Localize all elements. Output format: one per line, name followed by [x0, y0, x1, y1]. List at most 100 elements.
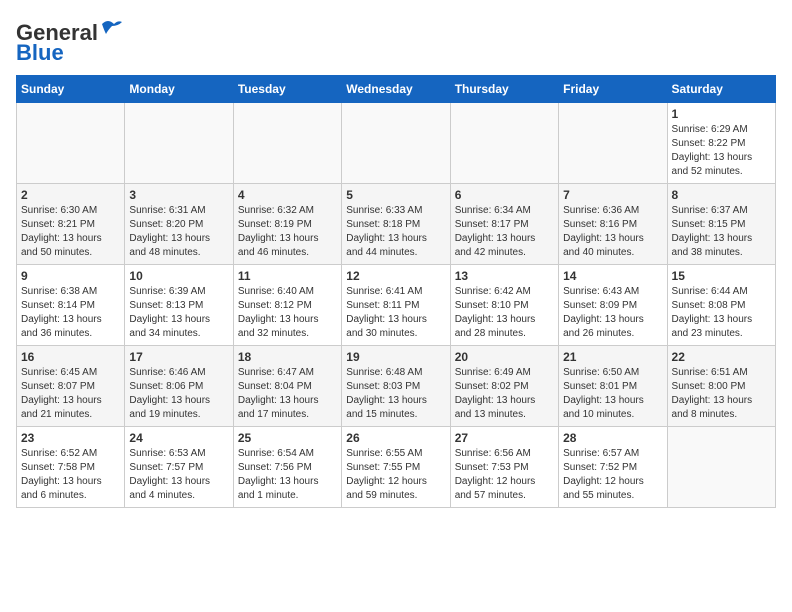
calendar-cell: 8 Sunrise: 6:37 AM Sunset: 8:15 PM Daylig… [667, 184, 775, 265]
cell-info: Sunrise: 6:52 AM Sunset: 7:58 PM Dayligh… [21, 447, 120, 503]
calendar-cell: 24 Sunrise: 6:53 AM Sunset: 7:57 PM Dayli… [125, 427, 233, 508]
cell-info: Sunrise: 6:42 AM Sunset: 8:10 PM Dayligh… [455, 285, 554, 341]
calendar-cell: 7 Sunrise: 6:36 AM Sunset: 8:16 PM Daylig… [559, 184, 667, 265]
day-number: 26 [346, 431, 445, 445]
day-number: 23 [21, 431, 120, 445]
calendar-cell [667, 427, 775, 508]
calendar-cell: 16 Sunrise: 6:45 AM Sunset: 8:07 PM Dayli… [17, 346, 125, 427]
cell-info: Sunrise: 6:36 AM Sunset: 8:16 PM Dayligh… [563, 204, 662, 260]
calendar-cell: 15 Sunrise: 6:44 AM Sunset: 8:08 PM Dayli… [667, 265, 775, 346]
calendar-cell: 27 Sunrise: 6:56 AM Sunset: 7:53 PM Dayli… [450, 427, 558, 508]
cell-info: Sunrise: 6:49 AM Sunset: 8:02 PM Dayligh… [455, 366, 554, 422]
week-row-2: 2 Sunrise: 6:30 AM Sunset: 8:21 PM Daylig… [17, 184, 776, 265]
calendar-cell: 22 Sunrise: 6:51 AM Sunset: 8:00 PM Dayli… [667, 346, 775, 427]
cell-info: Sunrise: 6:41 AM Sunset: 8:11 PM Dayligh… [346, 285, 445, 341]
week-row-1: 1 Sunrise: 6:29 AM Sunset: 8:22 PM Daylig… [17, 103, 776, 184]
weekday-header-tuesday: Tuesday [233, 76, 341, 103]
cell-info: Sunrise: 6:30 AM Sunset: 8:21 PM Dayligh… [21, 204, 120, 260]
cell-info: Sunrise: 6:39 AM Sunset: 8:13 PM Dayligh… [129, 285, 228, 341]
day-number: 4 [238, 188, 337, 202]
day-number: 6 [455, 188, 554, 202]
calendar-cell: 21 Sunrise: 6:50 AM Sunset: 8:01 PM Dayli… [559, 346, 667, 427]
day-number: 28 [563, 431, 662, 445]
calendar-cell [125, 103, 233, 184]
cell-info: Sunrise: 6:57 AM Sunset: 7:52 PM Dayligh… [563, 447, 662, 503]
cell-info: Sunrise: 6:50 AM Sunset: 8:01 PM Dayligh… [563, 366, 662, 422]
calendar-cell: 28 Sunrise: 6:57 AM Sunset: 7:52 PM Dayli… [559, 427, 667, 508]
calendar-cell: 14 Sunrise: 6:43 AM Sunset: 8:09 PM Dayli… [559, 265, 667, 346]
day-number: 7 [563, 188, 662, 202]
week-row-4: 16 Sunrise: 6:45 AM Sunset: 8:07 PM Dayli… [17, 346, 776, 427]
day-number: 8 [672, 188, 771, 202]
week-row-5: 23 Sunrise: 6:52 AM Sunset: 7:58 PM Dayli… [17, 427, 776, 508]
cell-info: Sunrise: 6:53 AM Sunset: 7:57 PM Dayligh… [129, 447, 228, 503]
day-number: 16 [21, 350, 120, 364]
week-row-3: 9 Sunrise: 6:38 AM Sunset: 8:14 PM Daylig… [17, 265, 776, 346]
calendar-header: SundayMondayTuesdayWednesdayThursdayFrid… [17, 76, 776, 103]
calendar-cell: 4Sunrise: 6:32 AM Sunset: 8:19 PM Daylig… [233, 184, 341, 265]
day-number: 17 [129, 350, 228, 364]
day-number: 22 [672, 350, 771, 364]
day-number: 15 [672, 269, 771, 283]
calendar-cell: 18 Sunrise: 6:47 AM Sunset: 8:04 PM Dayli… [233, 346, 341, 427]
day-number: 12 [346, 269, 445, 283]
cell-info: Sunrise: 6:44 AM Sunset: 8:08 PM Dayligh… [672, 285, 771, 341]
day-number: 24 [129, 431, 228, 445]
cell-info: Sunrise: 6:51 AM Sunset: 8:00 PM Dayligh… [672, 366, 771, 422]
cell-info: Sunrise: 6:40 AM Sunset: 8:12 PM Dayligh… [238, 285, 337, 341]
calendar-cell [559, 103, 667, 184]
calendar-cell: 5 Sunrise: 6:33 AM Sunset: 8:18 PM Daylig… [342, 184, 450, 265]
cell-info: Sunrise: 6:31 AM Sunset: 8:20 PM Dayligh… [129, 204, 228, 260]
weekday-header-thursday: Thursday [450, 76, 558, 103]
cell-info: Sunrise: 6:56 AM Sunset: 7:53 PM Dayligh… [455, 447, 554, 503]
day-number: 10 [129, 269, 228, 283]
day-number: 20 [455, 350, 554, 364]
calendar-cell [342, 103, 450, 184]
weekday-header-monday: Monday [125, 76, 233, 103]
cell-info: Sunrise: 6:45 AM Sunset: 8:07 PM Dayligh… [21, 366, 120, 422]
cell-info: Sunrise: 6:43 AM Sunset: 8:09 PM Dayligh… [563, 285, 662, 341]
day-number: 27 [455, 431, 554, 445]
weekday-header-friday: Friday [559, 76, 667, 103]
day-number: 5 [346, 188, 445, 202]
cell-info: Sunrise: 6:55 AM Sunset: 7:55 PM Dayligh… [346, 447, 445, 503]
day-number: 2 [21, 188, 120, 202]
cell-info: Sunrise: 6:48 AM Sunset: 8:03 PM Dayligh… [346, 366, 445, 422]
cell-info: Sunrise: 6:54 AM Sunset: 7:56 PM Dayligh… [238, 447, 337, 503]
calendar-cell: 3 Sunrise: 6:31 AM Sunset: 8:20 PM Daylig… [125, 184, 233, 265]
day-number: 21 [563, 350, 662, 364]
weekday-header-wednesday: Wednesday [342, 76, 450, 103]
calendar-cell: 6 Sunrise: 6:34 AM Sunset: 8:17 PM Daylig… [450, 184, 558, 265]
calendar-cell: 25Sunrise: 6:54 AM Sunset: 7:56 PM Dayli… [233, 427, 341, 508]
logo-blue-text: Blue [16, 40, 64, 65]
logo: General Blue [16, 16, 124, 65]
cell-info: Sunrise: 6:37 AM Sunset: 8:15 PM Dayligh… [672, 204, 771, 260]
cell-info: Sunrise: 6:47 AM Sunset: 8:04 PM Dayligh… [238, 366, 337, 422]
calendar-cell: 20 Sunrise: 6:49 AM Sunset: 8:02 PM Dayli… [450, 346, 558, 427]
calendar-cell: 1 Sunrise: 6:29 AM Sunset: 8:22 PM Daylig… [667, 103, 775, 184]
weekday-header-sunday: Sunday [17, 76, 125, 103]
day-number: 13 [455, 269, 554, 283]
day-number: 1 [672, 107, 771, 121]
cell-info: Sunrise: 6:46 AM Sunset: 8:06 PM Dayligh… [129, 366, 228, 422]
calendar-cell [233, 103, 341, 184]
calendar-cell: 12 Sunrise: 6:41 AM Sunset: 8:11 PM Dayli… [342, 265, 450, 346]
calendar-cell: 10 Sunrise: 6:39 AM Sunset: 8:13 PM Dayli… [125, 265, 233, 346]
day-number: 3 [129, 188, 228, 202]
calendar-cell [450, 103, 558, 184]
cell-info: Sunrise: 6:34 AM Sunset: 8:17 PM Dayligh… [455, 204, 554, 260]
calendar-cell: 11Sunrise: 6:40 AM Sunset: 8:12 PM Dayli… [233, 265, 341, 346]
calendar-cell: 17 Sunrise: 6:46 AM Sunset: 8:06 PM Dayli… [125, 346, 233, 427]
cell-info: Sunrise: 6:33 AM Sunset: 8:18 PM Dayligh… [346, 204, 445, 260]
day-number: 14 [563, 269, 662, 283]
calendar-cell: 26 Sunrise: 6:55 AM Sunset: 7:55 PM Dayli… [342, 427, 450, 508]
day-number: 18 [238, 350, 337, 364]
cell-info: Sunrise: 6:38 AM Sunset: 8:14 PM Dayligh… [21, 285, 120, 341]
logo-bird-icon [100, 16, 124, 40]
calendar-cell: 19Sunrise: 6:48 AM Sunset: 8:03 PM Dayli… [342, 346, 450, 427]
cell-info: Sunrise: 6:29 AM Sunset: 8:22 PM Dayligh… [672, 123, 771, 179]
calendar-table: SundayMondayTuesdayWednesdayThursdayFrid… [16, 75, 776, 508]
calendar-cell: 23 Sunrise: 6:52 AM Sunset: 7:58 PM Dayli… [17, 427, 125, 508]
calendar-cell [17, 103, 125, 184]
day-number: 9 [21, 269, 120, 283]
